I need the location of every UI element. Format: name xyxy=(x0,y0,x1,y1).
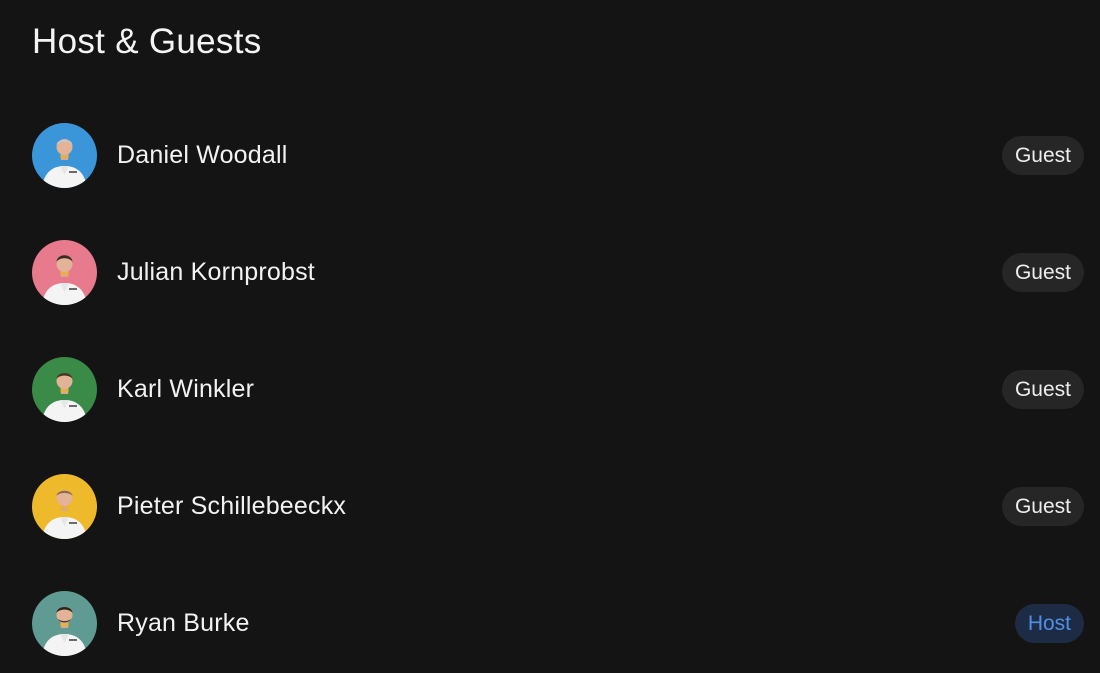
participant-row-karl-winkler[interactable]: Karl Winkler Guest xyxy=(32,356,1084,422)
participant-row-pieter-schillebeeckx[interactable]: Pieter Schillebeeckx Guest xyxy=(32,473,1084,539)
avatar xyxy=(32,239,97,305)
participant-row-daniel-woodall[interactable]: Daniel Woodall Guest xyxy=(32,122,1084,188)
participant-name: Ryan Burke xyxy=(117,608,250,637)
participant-row-ryan-burke[interactable]: Ryan Burke Host xyxy=(32,590,1084,656)
person-icon xyxy=(32,473,97,539)
participant-row-julian-kornprobst[interactable]: Julian Kornprobst Guest xyxy=(32,239,1084,305)
role-badge: Host xyxy=(1014,603,1084,643)
role-badge: Guest xyxy=(1001,369,1084,409)
participant-name: Julian Kornprobst xyxy=(117,257,315,286)
person-icon xyxy=(32,356,97,422)
participant-name: Karl Winkler xyxy=(117,374,255,403)
avatar xyxy=(32,590,97,656)
participant-name: Pieter Schillebeeckx xyxy=(117,491,347,520)
role-badge: Guest xyxy=(1001,252,1084,292)
avatar xyxy=(32,122,97,188)
person-icon xyxy=(32,590,97,656)
avatar xyxy=(32,473,97,539)
person-icon xyxy=(32,122,97,188)
avatar xyxy=(32,356,97,422)
person-icon xyxy=(32,239,97,305)
role-badge: Guest xyxy=(1001,135,1084,175)
role-badge: Guest xyxy=(1001,486,1084,526)
participant-list: Daniel Woodall Guest Julian Kornprobst G… xyxy=(0,0,1100,673)
participant-name: Daniel Woodall xyxy=(117,140,288,169)
